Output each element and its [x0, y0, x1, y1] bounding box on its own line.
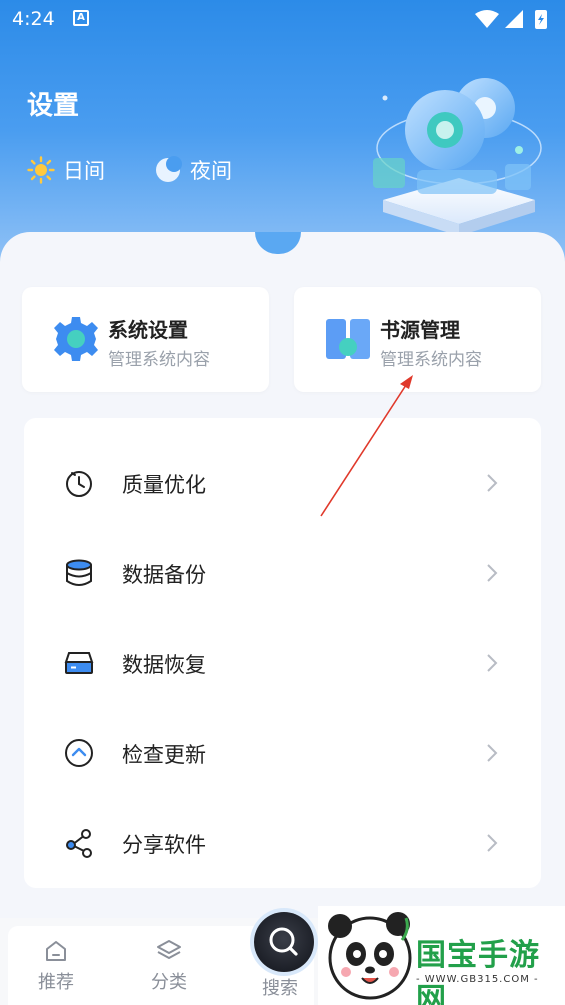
menu-item-label: 质量优化: [122, 473, 206, 497]
day-mode-label: 日间: [63, 159, 105, 183]
menu-item-label: 数据恢复: [122, 653, 206, 677]
search-button[interactable]: [254, 912, 314, 972]
menu-item-restore[interactable]: 数据恢复: [24, 616, 541, 706]
chevron-right-icon: [487, 654, 498, 672]
status-time: 4:24: [12, 8, 55, 30]
page-title: 设置: [27, 91, 80, 121]
settings-menu: 质量优化 数据备份 数据恢复 检查更新 分享软件: [24, 418, 541, 888]
home-icon: [46, 941, 66, 961]
chevron-right-icon: [487, 834, 498, 852]
settings-illustration: [373, 78, 542, 236]
menu-item-share[interactable]: 分享软件: [24, 796, 541, 886]
server-icon: [64, 652, 94, 674]
sun-icon: [27, 156, 55, 184]
day-mode-toggle[interactable]: 日间: [27, 153, 105, 187]
book-source-card[interactable]: 书源管理 管理系统内容: [294, 287, 541, 392]
night-mode-toggle[interactable]: 夜间: [154, 153, 232, 187]
tab-label: 分类: [151, 972, 187, 993]
menu-item-label: 分享软件: [122, 833, 206, 857]
card-subtitle: 管理系统内容: [108, 350, 210, 370]
tab-label: 推荐: [38, 972, 74, 993]
chevron-right-icon: [487, 564, 498, 582]
wifi-icon: [475, 10, 499, 28]
layers-icon: [157, 940, 181, 959]
book-icon: [326, 319, 370, 359]
status-icons: [475, 10, 547, 29]
menu-item-label: 数据备份: [122, 563, 206, 587]
timer-icon: [66, 471, 92, 497]
watermark-name: 国宝手游网: [416, 938, 540, 1005]
card-subtitle: 管理系统内容: [380, 350, 482, 370]
system-settings-card[interactable]: 系统设置 管理系统内容: [22, 287, 269, 392]
database-icon: [66, 559, 92, 586]
watermark-url: - WWW.GB315.COM -: [416, 974, 539, 985]
notification-badge-icon: A: [73, 10, 89, 26]
search-icon: [269, 927, 298, 956]
share-icon: [66, 829, 92, 858]
tab-recommend[interactable]: 推荐: [26, 938, 86, 994]
menu-item-quality[interactable]: 质量优化: [24, 436, 541, 526]
tab-search-label[interactable]: 搜索: [262, 974, 298, 1000]
arrow-up-circle-icon: [65, 739, 93, 767]
watermark: 国宝手游网 - WWW.GB315.COM -: [318, 906, 565, 1005]
status-bar: 4:24 A: [0, 0, 565, 40]
card-title: 系统设置: [108, 318, 188, 342]
menu-item-backup[interactable]: 数据备份: [24, 526, 541, 616]
signal-icon: [505, 10, 523, 28]
menu-item-update[interactable]: 检查更新: [24, 706, 541, 796]
menu-item-label: 检查更新: [122, 743, 206, 767]
moon-icon: [156, 156, 182, 182]
tab-category[interactable]: 分类: [139, 938, 199, 994]
chevron-right-icon: [487, 474, 498, 492]
chevron-right-icon: [487, 744, 498, 762]
panda-logo-icon: [328, 912, 412, 1000]
gear-icon: [54, 317, 98, 361]
card-title: 书源管理: [380, 318, 460, 342]
night-mode-label: 夜间: [190, 159, 232, 183]
